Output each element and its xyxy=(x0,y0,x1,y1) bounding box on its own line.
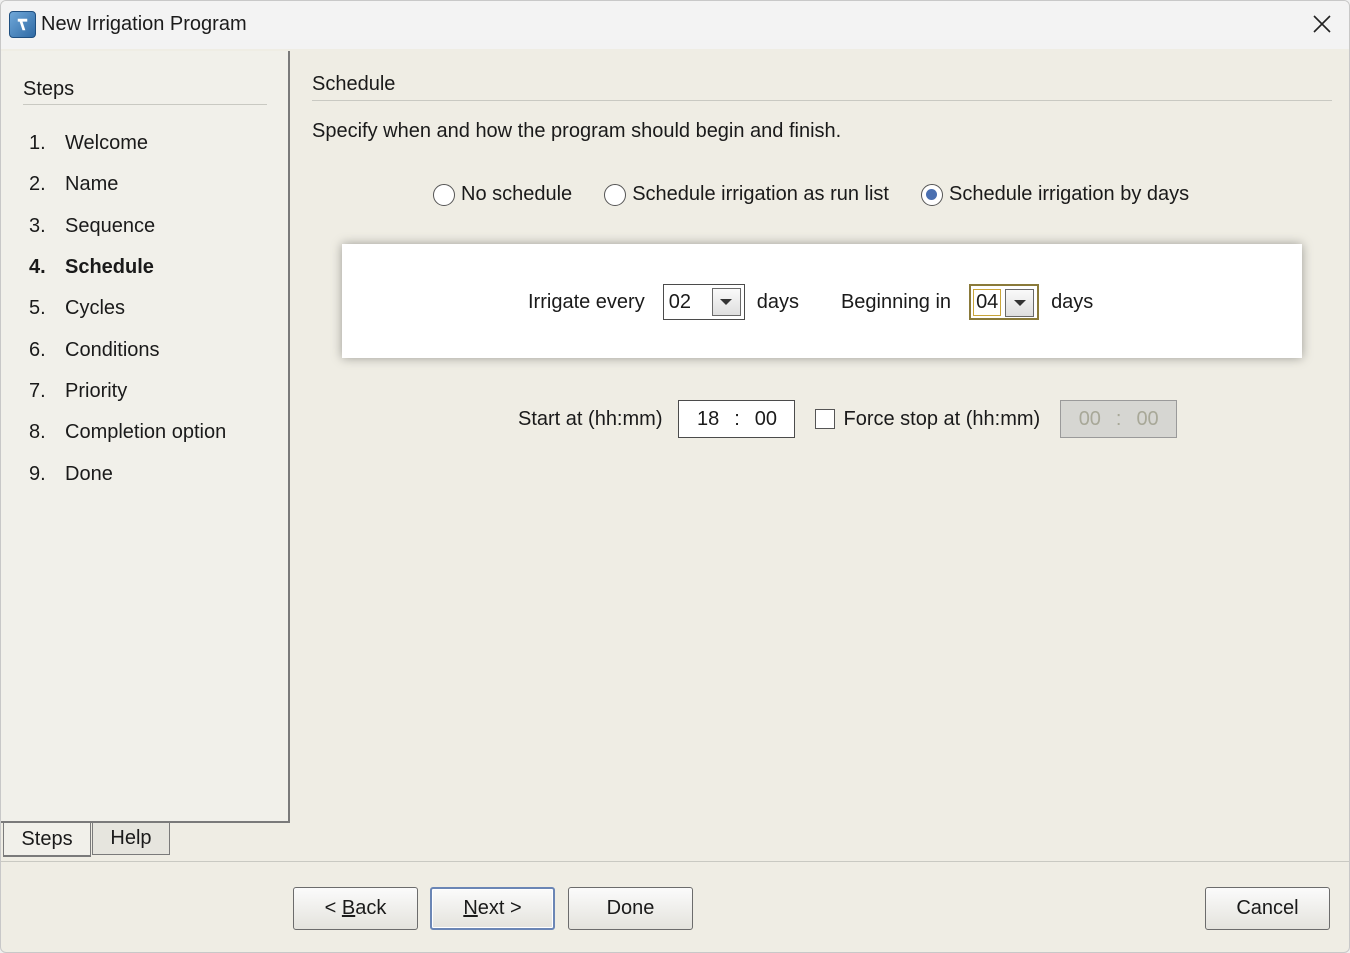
time-separator: : xyxy=(734,407,740,430)
step-item: 2. Name xyxy=(29,173,119,196)
cancel-button[interactable]: Cancel xyxy=(1205,887,1330,930)
stop-minute: 00 xyxy=(1136,407,1159,430)
button-bar-divider xyxy=(1,861,1349,862)
radio-button[interactable] xyxy=(604,183,627,206)
days-settings-row: Irrigate every 02 days Beginning in 04 d… xyxy=(528,284,1093,320)
radio-button[interactable] xyxy=(433,183,455,206)
step-item: 8. Completion option xyxy=(29,421,227,444)
force-stop-time-field: 00 : 00 xyxy=(1060,400,1178,438)
beginning-in-value[interactable]: 04 xyxy=(973,288,1002,316)
title-bar: New Irrigation Program xyxy=(1,1,1349,49)
step-item-current: 4. Schedule xyxy=(29,256,154,279)
irrigate-every-label: Irrigate every xyxy=(528,290,645,313)
wizard-window: New Irrigation Program Steps 1. Welcome 2… xyxy=(0,0,1350,953)
steps-panel: Steps 1. Welcome 2. Name 3. Sequence 4. Sche… xyxy=(1,51,290,823)
force-stop-label: Force stop at (hh:mm) xyxy=(843,407,1041,430)
start-at-label: Start at (hh:mm) xyxy=(518,407,663,430)
window-title: New Irrigation Program xyxy=(41,13,247,35)
close-icon xyxy=(1313,15,1331,33)
tab-help[interactable]: Help xyxy=(92,823,170,855)
tab-steps[interactable]: Steps xyxy=(3,823,91,857)
next-button[interactable]: Next > xyxy=(430,887,555,930)
beginning-in-combo[interactable]: 04 xyxy=(969,284,1040,320)
days-settings-panel: Irrigate every 02 days Beginning in 04 d… xyxy=(342,244,1302,358)
days-unit-label: days xyxy=(756,290,799,313)
radio-button-checked[interactable] xyxy=(920,183,943,206)
force-stop-checkbox[interactable] xyxy=(815,409,836,429)
time-separator: : xyxy=(1115,407,1122,430)
time-settings-row: Start at (hh:mm) 18 : 00 Force stop at (… xyxy=(518,400,1178,438)
dropdown-arrow-button[interactable] xyxy=(711,288,741,316)
start-hour[interactable]: 18 xyxy=(697,408,719,431)
schedule-type-radio-group: No schedule Schedule irrigation as run l… xyxy=(433,183,1189,206)
close-button[interactable] xyxy=(1293,1,1349,47)
steps-list: 1. Welcome 2. Name 3. Sequence 4. Schedule 5… xyxy=(29,123,226,495)
dropdown-arrow-button[interactable] xyxy=(1005,289,1035,317)
step-item: 3. Sequence xyxy=(29,214,156,237)
section-description: Specify when and how the program should … xyxy=(312,120,842,142)
section-title: Schedule xyxy=(312,73,396,95)
start-minute[interactable]: 00 xyxy=(755,408,777,431)
section-divider xyxy=(312,100,1332,101)
back-button[interactable]: < Back xyxy=(293,887,418,930)
radio-by-days[interactable]: Schedule irrigation by days xyxy=(920,183,1189,206)
radio-run-list[interactable]: Schedule irrigation as run list xyxy=(604,183,889,206)
step-item: 6. Conditions xyxy=(29,338,160,361)
chevron-down-icon xyxy=(720,299,733,305)
irrigate-every-value[interactable]: 02 xyxy=(664,291,691,314)
days-unit-label: days xyxy=(1051,290,1094,313)
beginning-in-label: Beginning in xyxy=(840,290,952,313)
app-icon xyxy=(9,11,36,38)
step-item: 7. Priority xyxy=(29,379,128,402)
start-time-field[interactable]: 18 : 00 xyxy=(678,400,796,438)
steps-divider xyxy=(23,104,267,105)
radio-no-schedule[interactable]: No schedule xyxy=(433,183,572,206)
step-item: 1. Welcome xyxy=(29,132,148,155)
step-item: 9. Done xyxy=(29,462,113,485)
step-item: 5. Cycles xyxy=(29,297,126,320)
stop-hour: 00 xyxy=(1078,407,1101,430)
done-button[interactable]: Done xyxy=(568,887,693,930)
chevron-down-icon xyxy=(1013,300,1026,306)
irrigate-every-combo[interactable]: 02 xyxy=(662,284,745,320)
steps-title: Steps xyxy=(23,78,75,100)
